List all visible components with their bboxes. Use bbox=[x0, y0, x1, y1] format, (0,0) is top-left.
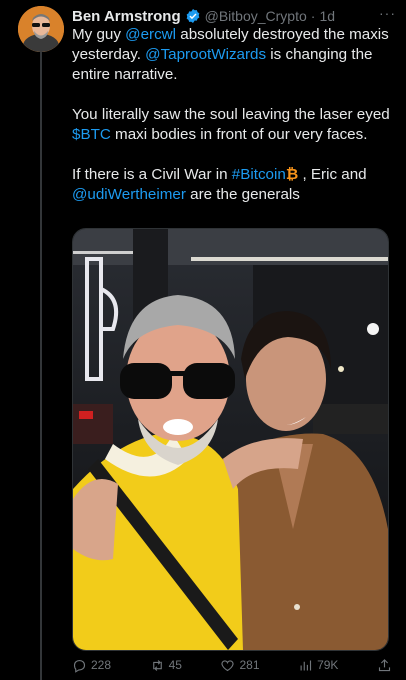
mention-udiwertheimer[interactable]: @udiWertheimer bbox=[72, 186, 186, 203]
mention-taprootwizards[interactable]: @TaprootWizards bbox=[145, 46, 266, 63]
more-icon[interactable]: ··· bbox=[379, 5, 396, 21]
bitcoin-icon: ₿ bbox=[285, 166, 299, 183]
author-handle[interactable]: @Bitboy_Crypto bbox=[205, 8, 307, 24]
like-button[interactable]: 281 bbox=[220, 658, 260, 673]
avatar-image bbox=[18, 6, 64, 52]
views-icon bbox=[300, 660, 312, 670]
repost-count: 45 bbox=[168, 658, 182, 672]
photo-two-men bbox=[73, 229, 388, 650]
share-button[interactable] bbox=[377, 658, 392, 673]
tweet-photo[interactable] bbox=[72, 228, 389, 651]
text: My guy bbox=[72, 26, 126, 43]
tweet-time[interactable]: 1d bbox=[319, 8, 335, 24]
tweet-header: Ben Armstrong @Bitboy_Crypto · 1d ··· bbox=[72, 5, 396, 26]
author-name[interactable]: Ben Armstrong bbox=[72, 8, 181, 25]
reply-button[interactable]: 228 bbox=[72, 658, 111, 673]
avatar[interactable] bbox=[18, 6, 64, 52]
views-count: 79K bbox=[317, 658, 339, 672]
reply-icon bbox=[73, 659, 86, 673]
text: You literally saw the soul leaving the l… bbox=[72, 106, 390, 123]
thread-line bbox=[40, 52, 42, 680]
text: , Eric and bbox=[298, 166, 367, 183]
like-icon bbox=[221, 659, 235, 671]
text: If there is a Civil War in bbox=[72, 166, 232, 183]
text: are the generals bbox=[185, 186, 300, 203]
tweet-paragraph-3: If there is a Civil War in #Bitcoin₿ , E… bbox=[72, 165, 394, 205]
tweet-actions: 228 45 281 79K bbox=[72, 656, 392, 674]
like-count: 281 bbox=[239, 658, 260, 672]
tweet-paragraph-1: My guy @ercwl absolutely destroyed the m… bbox=[72, 25, 394, 85]
repost-button[interactable]: 45 bbox=[150, 658, 182, 673]
hashtag-bitcoin[interactable]: #Bitcoin bbox=[232, 166, 286, 183]
verified-badge-icon bbox=[185, 8, 201, 24]
reply-count: 228 bbox=[91, 658, 112, 672]
cashtag-btc[interactable]: $BTC bbox=[72, 126, 111, 143]
repost-icon bbox=[152, 659, 162, 671]
tweet-text: My guy @ercwl absolutely destroyed the m… bbox=[72, 25, 394, 205]
tweet-paragraph-2: You literally saw the soul leaving the l… bbox=[72, 105, 394, 145]
text: maxi bodies in front of our very faces. bbox=[110, 126, 368, 143]
separator-dot: · bbox=[310, 8, 316, 24]
views-button[interactable]: 79K bbox=[298, 658, 338, 673]
mention-ercwl[interactable]: @ercwl bbox=[125, 26, 176, 43]
share-icon bbox=[378, 658, 391, 671]
